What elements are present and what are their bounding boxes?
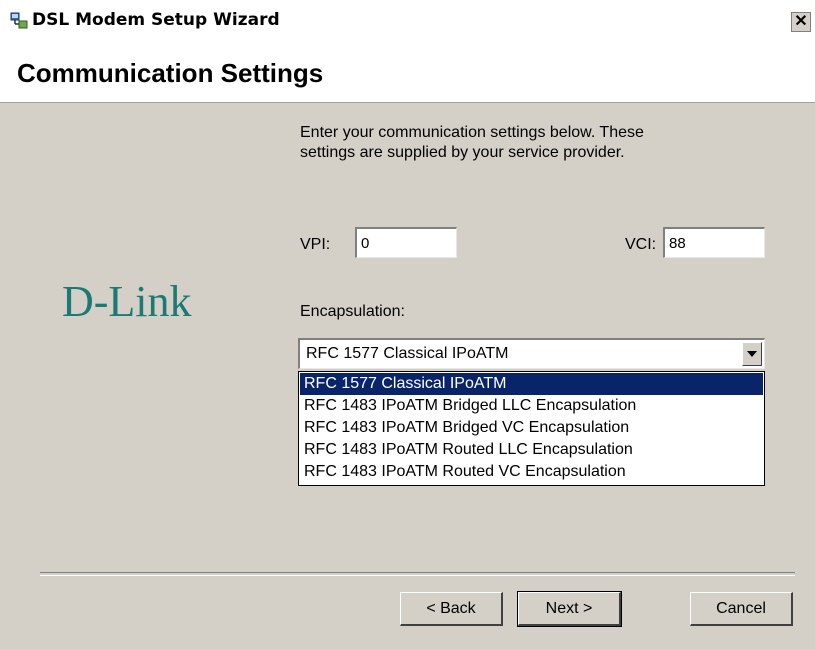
vci-input[interactable] [663, 227, 765, 258]
back-button[interactable]: < Back [400, 592, 503, 626]
encapsulation-option[interactable]: RFC 1577 Classical IPoATM [300, 373, 763, 395]
page-title: Communication Settings [17, 58, 324, 88]
cancel-button[interactable]: Cancel [690, 592, 793, 626]
encapsulation-select[interactable]: RFC 1577 Classical IPoATM [298, 338, 765, 369]
encapsulation-option[interactable]: RFC 1483 IPoATM Routed VC Encapsulation [300, 461, 763, 483]
encapsulation-selected-value: RFC 1577 Classical IPoATM [306, 345, 509, 362]
vpi-label: VPI: [300, 236, 331, 253]
wizard-header: Communication Settings [0, 40, 815, 103]
intro-line-2: settings are supplied by your service pr… [300, 144, 625, 161]
chevron-down-icon [747, 351, 757, 357]
close-icon: ✕ [794, 13, 808, 30]
encapsulation-options-list: RFC 1577 Classical IPoATM RFC 1483 IPoAT… [298, 371, 765, 486]
window-title: DSL Modem Setup Wizard [32, 10, 280, 30]
network-icon [10, 12, 28, 30]
dlink-logo: D-Link [62, 277, 192, 326]
encapsulation-option[interactable]: RFC 1483 IPoATM Routed LLC Encapsulation [300, 439, 763, 461]
footer-separator [40, 572, 795, 576]
encapsulation-option[interactable]: RFC 1483 IPoATM Bridged LLC Encapsulatio… [300, 395, 763, 417]
intro-text: Enter your communication settings below.… [300, 123, 720, 163]
title-bar: DSL Modem Setup Wizard ✕ [0, 0, 815, 40]
intro-line-1: Enter your communication settings below.… [300, 124, 644, 141]
vci-label: VCI: [625, 236, 657, 253]
vpi-input[interactable] [355, 227, 457, 258]
next-button[interactable]: Next > [517, 591, 622, 627]
encapsulation-option[interactable]: RFC 1483 IPoATM Bridged VC Encapsulation [300, 417, 763, 439]
dropdown-arrow-button[interactable] [742, 342, 762, 366]
encapsulation-label: Encapsulation: [300, 303, 405, 320]
setup-wizard-window: DSL Modem Setup Wizard ✕ Communication S… [0, 0, 815, 649]
close-button[interactable]: ✕ [791, 12, 811, 32]
